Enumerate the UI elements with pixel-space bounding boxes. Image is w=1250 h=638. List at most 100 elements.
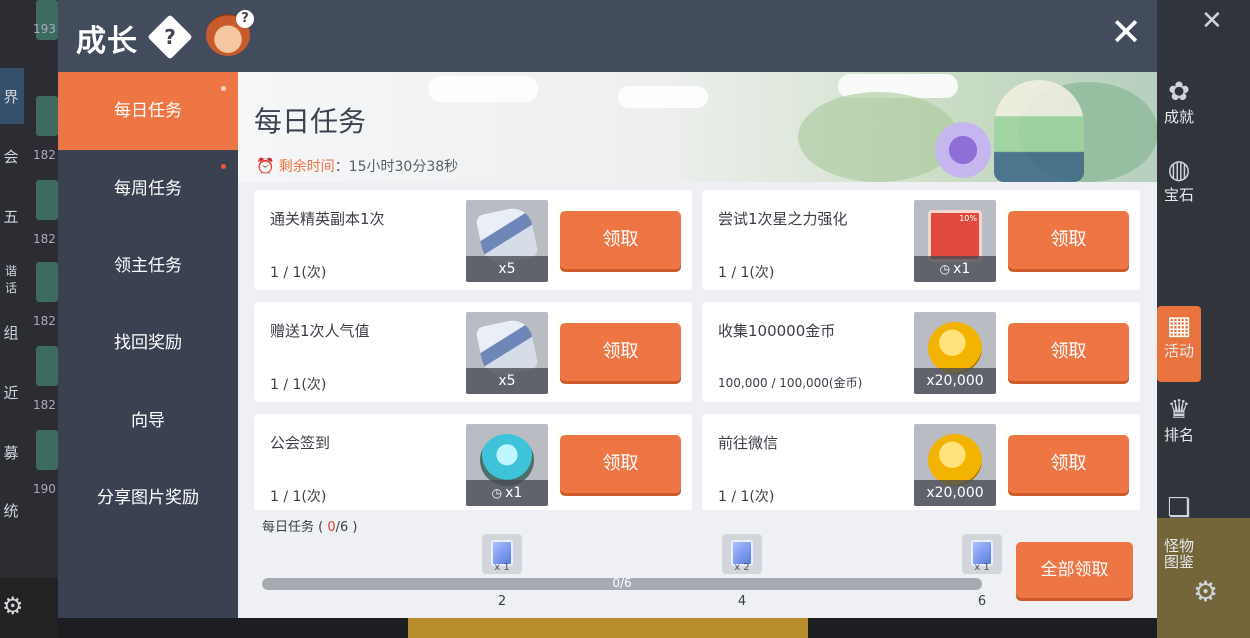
sidebar-item-share[interactable]: 分享图片奖励 (58, 459, 238, 537)
sidebar-item-weekly[interactable]: 每周任务 (58, 150, 238, 228)
claim-all-button[interactable]: 全部领取 (1016, 542, 1133, 598)
event-label: 活动 (1163, 342, 1194, 360)
reward-item[interactable]: x5 (466, 312, 548, 394)
background-bottom-strip (408, 618, 808, 638)
task-name: 公会签到 (270, 434, 331, 452)
reward-quantity: x5 (466, 256, 548, 282)
reward-item[interactable]: 10% ◷ x1 (914, 200, 996, 282)
sidebar-item-guide[interactable]: 向导 (58, 382, 238, 460)
milestone-qty: x 1 (974, 562, 990, 573)
task-card: 公会签到 1 / 1(次) ◷ x1 领取 (254, 414, 692, 510)
banner-cloud (428, 76, 538, 102)
gold-coin-icon (928, 434, 982, 486)
countdown: ⏰ 剩余时间：15小时30分38秒 (256, 156, 458, 176)
background-thumbnail (36, 180, 58, 220)
dialog-title: 成长 (76, 24, 138, 59)
background-number: 182 (33, 398, 56, 412)
task-progress: 1 / 1(次) (270, 377, 327, 393)
task-card: 赠送1次人气值 1 / 1(次) x5 领取 (254, 302, 692, 402)
sidebar-item-daily[interactable]: 每日任务 (58, 72, 238, 150)
task-name: 尝试1次星之力强化 (718, 210, 848, 228)
sidebar-item-label: 领主任务 (114, 256, 182, 276)
page-title: 每日任务 (254, 105, 367, 138)
claim-button[interactable]: 领取 (1008, 211, 1129, 269)
task-list[interactable]: 通关精英副本1次 1 / 1(次) x5 领取 尝试1次星之力强化 1 / 1(… (238, 182, 1157, 510)
task-sidebar: 每日任务 每周任务 领主任务 找回奖励 向导 分享图片奖励 (58, 72, 238, 618)
avatar[interactable]: ? (206, 10, 254, 56)
reward-item[interactable]: x5 (466, 200, 548, 282)
sidebar-item-label: 分享图片奖励 (97, 488, 199, 508)
gem-label: 宝石 (1163, 186, 1194, 204)
gear-icon[interactable]: ⚙ (2, 592, 24, 620)
question-icon: ? (164, 25, 176, 49)
background-number: 193 (33, 22, 56, 36)
background-text: 界 (3, 88, 19, 106)
reward-item[interactable]: x20,000 (914, 424, 996, 506)
daily-progress-label: 每日任务 ( 0/6 ) (262, 520, 358, 535)
task-progress: 1 / 1(次) (270, 489, 327, 505)
background-text: 组 (3, 324, 19, 342)
background-right-menu: ✿ 成就 ◍ 宝石 ▦ 活动 ♛ 排名 ❏ 怪物 图鉴 ⚙ ✕ (1157, 0, 1250, 638)
background-number: 182 (33, 314, 56, 328)
banner: 每日任务 ⏰ 剩余时间：15小时30分38秒 (238, 72, 1157, 182)
blue-stone-icon (480, 434, 534, 486)
growth-dialog: 成长 ? ? ✕ 每日任务 每周任务 领主任务 找回奖励 向导 分享图片奖励 每… (58, 0, 1157, 618)
help-button[interactable]: ? (147, 14, 193, 60)
claim-button[interactable]: 领取 (1008, 323, 1129, 381)
task-card: 收集100000金币 100,000 / 100,000(金币) x20,000… (702, 302, 1140, 402)
milestone-reward[interactable]: x 1 6 (962, 534, 1002, 609)
gem-button[interactable]: ◍ 宝石 (1157, 156, 1201, 205)
sidebar-item-label: 向导 (131, 411, 165, 431)
timer-icon: ◷ (491, 486, 503, 500)
countdown-label: 剩余时间 (278, 159, 335, 175)
sidebar-item-boss[interactable]: 领主任务 (58, 227, 238, 305)
dialog-header: 成长 ? ? ✕ (58, 0, 1157, 72)
milestone-qty: x 2 (734, 562, 750, 573)
claim-button[interactable]: 领取 (560, 323, 681, 381)
bookmark-icon: ❏ (1167, 493, 1191, 523)
sidebar-item-label: 每日任务 (114, 101, 182, 121)
background-text: 会 (3, 148, 19, 166)
monster-book-button[interactable]: ❏ 怪物 图鉴 (1157, 478, 1201, 570)
monster-book-label: 怪物 图鉴 (1163, 537, 1194, 571)
milestone-reward[interactable]: x 2 4 (722, 534, 762, 609)
gear-icon[interactable]: ⚙ (1193, 575, 1218, 608)
background-thumbnail (36, 262, 58, 302)
progress-text: 0/6 (612, 576, 632, 590)
close-icon[interactable]: ✕ (1201, 6, 1223, 36)
task-progress: 1 / 1(次) (270, 265, 327, 281)
ranking-label: 排名 (1163, 426, 1194, 444)
daily-progress-panel: 每日任务 ( 0/6 ) 0/6 x 1 2 x 2 4 x 1 6 全部领取 (238, 510, 1157, 618)
globe-icon: ◍ (1167, 155, 1191, 185)
task-name: 收集100000金币 (718, 322, 836, 340)
background-settings-area: ⚙ (0, 578, 58, 638)
ranking-button[interactable]: ♛ 排名 (1157, 396, 1201, 445)
milestone-chest: x 1 (962, 534, 1002, 574)
red-card-icon: 10% (928, 210, 982, 262)
background-thumbnail (36, 430, 58, 470)
task-progress: 1 / 1(次) (718, 265, 775, 281)
reward-item[interactable]: ◷ x1 (466, 424, 548, 506)
close-button[interactable]: ✕ (1108, 13, 1144, 51)
milestone-reward[interactable]: x 1 2 (482, 534, 522, 609)
maple-leaf-icon: ✿ (1168, 77, 1190, 107)
background-number: 190 (33, 482, 56, 496)
avatar-badge: ? (236, 10, 254, 28)
trophy-icon: ♛ (1167, 395, 1191, 425)
reward-quantity: ◷ x1 (466, 480, 548, 506)
reward-item[interactable]: x20,000 (914, 312, 996, 394)
reward-quantity: x5 (466, 368, 548, 394)
background-text: 近 (3, 384, 19, 402)
event-button[interactable]: ▦ 活动 (1157, 306, 1201, 382)
claim-button[interactable]: 领取 (1008, 435, 1129, 493)
calendar-icon: ▦ (1166, 311, 1192, 341)
task-name: 赠送1次人气值 (270, 322, 370, 340)
task-name: 前往微信 (718, 434, 779, 452)
achievement-label: 成就 (1163, 108, 1194, 126)
sidebar-item-recover[interactable]: 找回奖励 (58, 304, 238, 382)
claim-button[interactable]: 领取 (560, 211, 681, 269)
achievement-button[interactable]: ✿ 成就 (1157, 78, 1201, 127)
claim-button[interactable]: 领取 (560, 435, 681, 493)
sidebar-item-label: 找回奖励 (114, 333, 182, 353)
background-number: 182 (33, 148, 56, 162)
